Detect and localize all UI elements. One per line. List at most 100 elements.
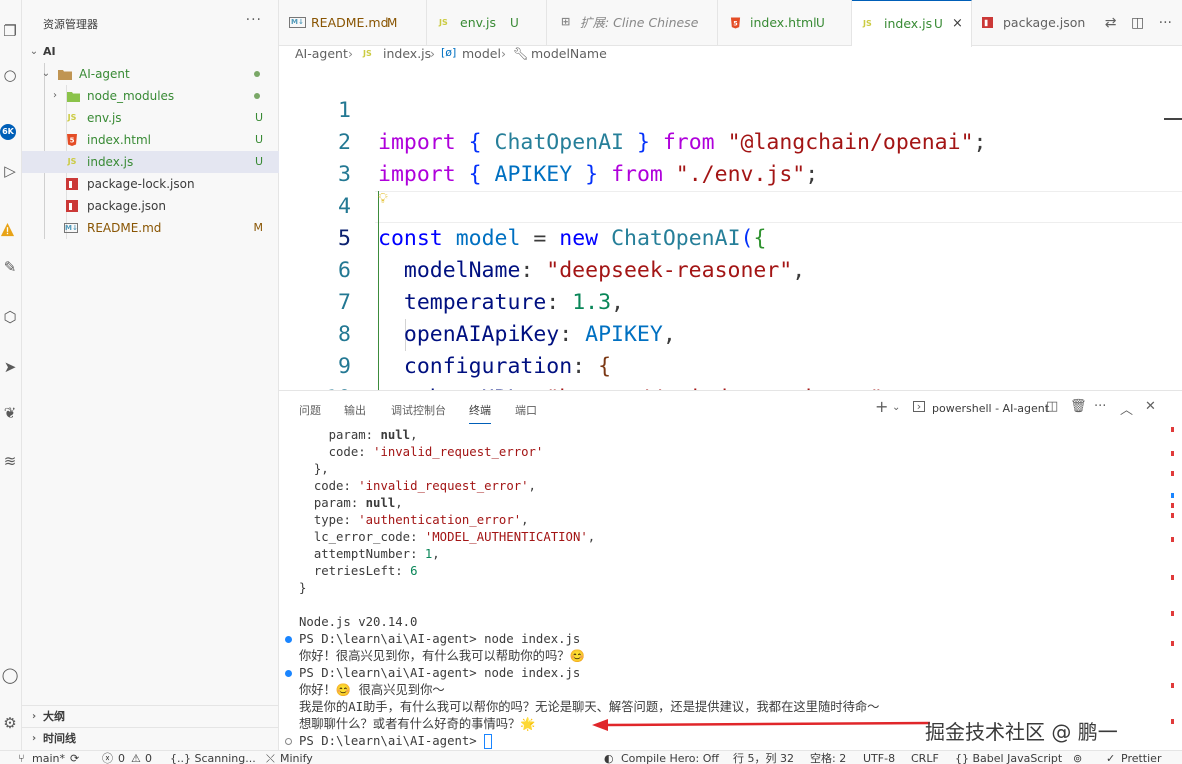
chevron-down-icon[interactable]: ⌄	[892, 402, 900, 413]
tab-env-js[interactable]: JS env.js U	[427, 0, 547, 46]
branch-status[interactable]: main*	[32, 752, 65, 764]
code-editor[interactable]: 1 import { ChatOpenAI } from "@langchain…	[279, 63, 1182, 390]
tree-item-node-modules[interactable]: › node_modules	[22, 85, 279, 107]
tab-status: U	[816, 16, 825, 30]
files-icon[interactable]: ❐	[0, 20, 20, 42]
tree-item-package-lock[interactable]: package-lock.json	[22, 173, 279, 195]
tab-extension-cline[interactable]: ⊞ 扩展: Cline Chinese	[547, 0, 718, 46]
terminal-name[interactable]: powershell - AI-agent	[932, 402, 1049, 415]
compare-changes-icon[interactable]: ⇄	[1105, 15, 1117, 31]
docker-icon[interactable]: ≋	[0, 450, 20, 472]
language-mode[interactable]: {} Babel JavaScript	[955, 752, 1062, 764]
terminal-icon: ›	[913, 401, 925, 412]
account-icon[interactable]: ◯	[0, 664, 20, 686]
error-count[interactable]: 0	[118, 752, 125, 764]
split-editor-icon[interactable]: ◫	[1131, 15, 1144, 31]
js-file-icon: JS	[439, 18, 448, 27]
encoding[interactable]: UTF-8	[863, 752, 895, 764]
tab-terminal[interactable]: 终端	[469, 402, 491, 424]
line-ending[interactable]: CRLF	[911, 752, 939, 764]
warning-icon: ⚠	[131, 752, 141, 764]
terminal-line: 你好！很高兴见到你，有什么我可以帮助你的吗？😊	[299, 649, 585, 663]
tab-index-html[interactable]: 5 index.html U	[718, 0, 852, 46]
js-file-icon: JS	[67, 113, 77, 122]
source-control-badge[interactable]: 6K	[0, 124, 16, 140]
tree-icon[interactable]: ❦	[0, 402, 20, 424]
close-icon[interactable]: ×	[952, 1, 963, 47]
extension-icon: ⊞	[561, 15, 571, 28]
more-actions-icon[interactable]: ···	[1159, 15, 1172, 31]
scanning-status[interactable]: {..} Scanning...	[170, 752, 256, 764]
run-debug-icon[interactable]: ▷	[0, 160, 20, 182]
extension-icon[interactable]: ⬡	[0, 306, 20, 328]
file-label: index.js	[87, 155, 134, 169]
timeline-section[interactable]: › 时间线	[22, 727, 279, 749]
indent-setting[interactable]: 空格: 2	[810, 752, 846, 764]
split-terminal-icon[interactable]: ◫	[1046, 399, 1058, 414]
tab-problems[interactable]: 问题	[299, 402, 321, 418]
maximize-panel-icon[interactable]: ︿	[1120, 399, 1133, 418]
markdown-file-icon: M↓	[64, 223, 78, 233]
code-line: 3	[279, 127, 1182, 187]
tree-item-env-js[interactable]: JS env.js U	[22, 107, 279, 129]
npm-file-icon	[66, 178, 78, 190]
tree-item-package-json[interactable]: package.json	[22, 195, 279, 217]
trash-icon[interactable]: 🗑︎	[1070, 399, 1087, 414]
scroll-marker	[1171, 575, 1174, 580]
more-actions-icon[interactable]: ···	[246, 12, 262, 28]
scroll-marker	[1171, 451, 1174, 456]
command-success-dot[interactable]	[285, 636, 292, 643]
code-line: 6 temperature: 1.3,	[279, 223, 1182, 315]
tree-item-readme[interactable]: M↓ README.md M	[22, 217, 279, 239]
explorer-title: 资源管理器	[43, 18, 98, 31]
tree-item-index-html[interactable]: 5 index.html U	[22, 129, 279, 151]
variable-icon: [ø]	[441, 46, 457, 59]
tree-item-index-js[interactable]: JS index.js U	[22, 151, 279, 173]
copilot-icon[interactable]: ⊚	[1073, 752, 1082, 764]
close-icon[interactable]: ✕	[1145, 399, 1156, 414]
command-pending-dot[interactable]	[285, 738, 292, 745]
search-icon[interactable]: ○	[0, 64, 20, 86]
file-label: README.md	[87, 221, 162, 235]
new-terminal-icon[interactable]: +	[875, 397, 888, 416]
sync-icon[interactable]: ⟳	[70, 752, 79, 764]
npm-file-icon	[982, 17, 993, 28]
tab-output[interactable]: 输出	[344, 402, 366, 418]
outline-section[interactable]: › 大纲	[22, 705, 279, 727]
file-label: env.js	[87, 111, 122, 125]
prettier-status[interactable]: Prettier	[1121, 752, 1161, 764]
scroll-marker	[1171, 493, 1174, 498]
command-success-dot[interactable]	[285, 670, 292, 677]
compile-hero-status[interactable]: Compile Hero: Off	[621, 752, 719, 764]
breadcrumb-property[interactable]: modelName	[531, 46, 607, 61]
breadcrumb-file[interactable]: index.js	[383, 46, 431, 61]
chevron-right-icon: ›	[501, 46, 506, 61]
tree-root-ai[interactable]: ⌄ AI	[22, 41, 279, 63]
breadcrumb-symbol[interactable]: model	[462, 46, 501, 61]
tab-readme[interactable]: M↓ README.md M	[279, 0, 427, 46]
tab-package-json[interactable]: package.json	[972, 0, 1086, 46]
more-actions-icon[interactable]: ···	[1094, 399, 1106, 414]
pen-icon[interactable]: ✎	[0, 256, 20, 278]
tab-ports[interactable]: 端口	[515, 402, 537, 418]
gear-icon[interactable]: ⚙	[0, 712, 20, 734]
terminal-prompt-line: PS D:\learn\ai\AI-agent>	[285, 733, 493, 750]
cursor-position[interactable]: 行 5，列 32	[733, 752, 794, 764]
svg-text:5: 5	[733, 19, 738, 27]
plane-icon[interactable]: ➤	[0, 356, 20, 378]
scroll-marker	[1171, 537, 1174, 542]
tab-index-js[interactable]: JS index.js U ×	[852, 0, 972, 47]
chevron-right-icon: ›	[430, 46, 435, 61]
warning-icon[interactable]	[0, 222, 15, 237]
git-status: U	[254, 155, 263, 168]
minify-status[interactable]: Minify	[280, 752, 313, 764]
minify-icon: ⤬	[266, 752, 275, 764]
tree-folder-ai-agent[interactable]: ⌄ AI-agent	[22, 63, 279, 85]
scroll-marker	[1171, 471, 1174, 476]
warning-count[interactable]: 0	[145, 752, 152, 764]
js-file-icon: JS	[67, 157, 77, 166]
breadcrumb-folder[interactable]: AI-agent	[295, 46, 348, 61]
scroll-marker	[1171, 719, 1174, 724]
error-icon: ⓧ	[102, 752, 113, 764]
tab-debug-console[interactable]: 调试控制台	[391, 402, 446, 418]
